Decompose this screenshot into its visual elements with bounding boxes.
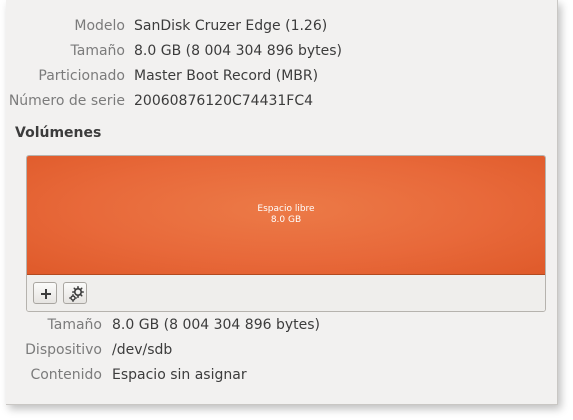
create-partition-button[interactable] — [33, 282, 57, 304]
model-value: SanDisk Cruzer Edge (1.26) — [134, 18, 328, 34]
model-row: Modelo SanDisk Cruzer Edge (1.26) — [6, 17, 557, 35]
free-space-size: 8.0 GB — [270, 215, 302, 225]
contents-row: Contenido Espacio sin asignar — [6, 366, 557, 384]
size-value: 8.0 GB (8 004 304 896 bytes) — [134, 43, 342, 59]
partition-options-button[interactable] — [63, 282, 87, 304]
device-row: Dispositivo /dev/sdb — [6, 341, 557, 359]
gears-icon — [68, 285, 85, 303]
size-label: Tamaño — [70, 43, 125, 59]
partitioning-row: Particionado Master Boot Record (MBR) — [6, 67, 557, 85]
serial-value: 20060876120C74431FC4 — [134, 93, 314, 109]
plus-icon — [41, 289, 51, 299]
partitioning-label: Particionado — [38, 68, 125, 84]
device-label: Dispositivo — [25, 342, 102, 358]
contents-value: Espacio sin asignar — [112, 367, 247, 383]
free-space-partition[interactable]: Espacio libre 8.0 GB — [27, 156, 545, 275]
serial-label: Número de serie — [8, 93, 125, 109]
free-space-label: Espacio libre — [257, 204, 315, 214]
disk-details-panel: Modelo SanDisk Cruzer Edge (1.26) Tamaño… — [6, 0, 558, 405]
volumes-heading: Volúmenes — [15, 125, 102, 141]
device-value: /dev/sdb — [112, 342, 173, 358]
size-row: Tamaño 8.0 GB (8 004 304 896 bytes) — [6, 42, 557, 60]
volume-toolbar — [27, 275, 545, 311]
contents-label: Contenido — [30, 367, 102, 383]
volume-size-label: Tamaño — [47, 317, 102, 333]
model-label: Modelo — [74, 18, 125, 34]
serial-row: Número de serie 20060876120C74431FC4 — [6, 92, 557, 110]
volume-size-value: 8.0 GB (8 004 304 896 bytes) — [112, 317, 320, 333]
volume-size-row: Tamaño 8.0 GB (8 004 304 896 bytes) — [6, 316, 557, 334]
partitioning-value: Master Boot Record (MBR) — [134, 68, 319, 84]
volume-map: Espacio libre 8.0 GB — [26, 155, 546, 312]
